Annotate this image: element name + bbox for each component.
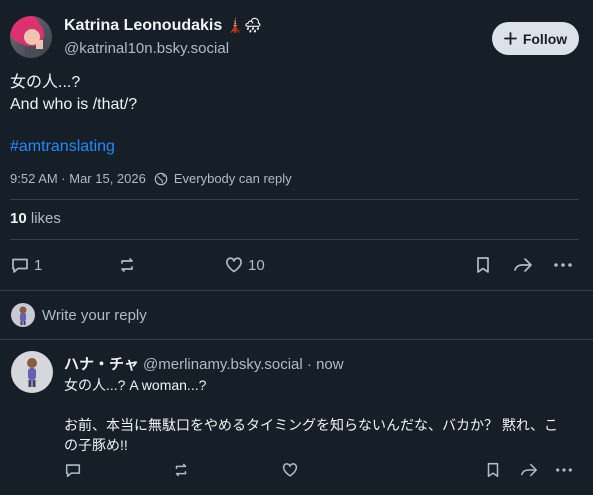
divider-bottom: [10, 239, 579, 240]
bookmark-action[interactable]: [473, 255, 493, 275]
reply-composer[interactable]: Write your reply: [0, 291, 593, 340]
reply-reply-action[interactable]: [64, 461, 82, 479]
avatar-figure-icon: [19, 306, 27, 325]
post-text: 女の人...? And who is /that/?: [10, 72, 137, 116]
avatar-portrait-icon: [18, 21, 44, 58]
name-emoji: 🗼🌧: [226, 18, 262, 34]
reply-more-options-action[interactable]: [555, 461, 573, 479]
reply-share-action[interactable]: [519, 461, 539, 479]
divider-top: [10, 199, 579, 200]
avatar-figure-icon: [27, 358, 37, 387]
repost-icon: [121, 258, 133, 272]
globe-icon: [154, 172, 168, 185]
main-post: Katrina Leonoudakis 🗼🌧 @katrinal10n.bsky…: [0, 0, 593, 291]
more-dots-icon: [554, 263, 572, 267]
follow-button[interactable]: Follow: [492, 22, 579, 55]
reply-author-avatar[interactable]: [11, 351, 53, 393]
likes-count: 10: [10, 210, 27, 227]
reply-header: ハナ・チャ @merlinamy.bsky.social · now: [64, 353, 344, 374]
author-handle[interactable]: @katrinal10n.bsky.social: [64, 40, 229, 57]
more-options-action[interactable]: [553, 255, 573, 275]
share-arrow-icon: [514, 258, 532, 272]
like-count: 10: [248, 256, 265, 274]
comment-bubble-icon: [65, 464, 81, 478]
post-line-2: And who is /that/?: [10, 96, 138, 113]
share-arrow-icon: [521, 463, 537, 477]
repost-action[interactable]: [117, 255, 137, 275]
reply-input[interactable]: Write your reply: [42, 307, 147, 324]
likes-label: likes: [30, 210, 61, 227]
reply-count: 1: [34, 256, 43, 274]
reply-action[interactable]: 1: [10, 255, 42, 275]
reply-text: 女の人...? A woman...? お前、本当に無駄口をやめるタイミングを知…: [64, 377, 559, 453]
comment-bubble-icon: [12, 258, 28, 273]
reply-like-action[interactable]: [281, 461, 299, 479]
repost-icon: [175, 463, 187, 477]
bookmark-icon: [477, 257, 489, 273]
follow-label: Follow: [522, 30, 568, 47]
reply-author-name[interactable]: ハナ・チャ: [64, 356, 139, 373]
heart-icon: [282, 463, 298, 477]
likes-summary[interactable]: 10 likes: [10, 210, 61, 227]
hashtag-link[interactable]: #amtranslating: [10, 138, 115, 156]
post-line-1: 女の人...?: [10, 74, 81, 91]
reply-author-handle[interactable]: @merlinamy.bsky.social: [143, 356, 303, 373]
reply-repost-action[interactable]: [172, 461, 190, 479]
like-action[interactable]: 10: [224, 255, 265, 275]
current-user-avatar: [11, 303, 35, 327]
reply-time: · now: [306, 356, 344, 373]
post-meta: 9:52 AM · Mar 15, 2026 Everybody can rep…: [10, 171, 292, 186]
post-timestamp[interactable]: 9:52 AM · Mar 15, 2026: [10, 171, 146, 186]
reply-bookmark-action[interactable]: [484, 461, 502, 479]
plus-icon: [503, 32, 517, 45]
bookmark-icon: [487, 462, 499, 478]
more-dots-icon: [556, 468, 572, 472]
author-display-name[interactable]: Katrina Leonoudakis 🗼🌧: [64, 17, 262, 35]
reply-setting[interactable]: Everybody can reply: [174, 171, 292, 186]
share-action[interactable]: [512, 255, 534, 275]
reply-post: ハナ・チャ @merlinamy.bsky.social · now 女の人..…: [0, 340, 593, 495]
author-avatar[interactable]: [10, 16, 52, 58]
heart-icon: [226, 257, 242, 273]
